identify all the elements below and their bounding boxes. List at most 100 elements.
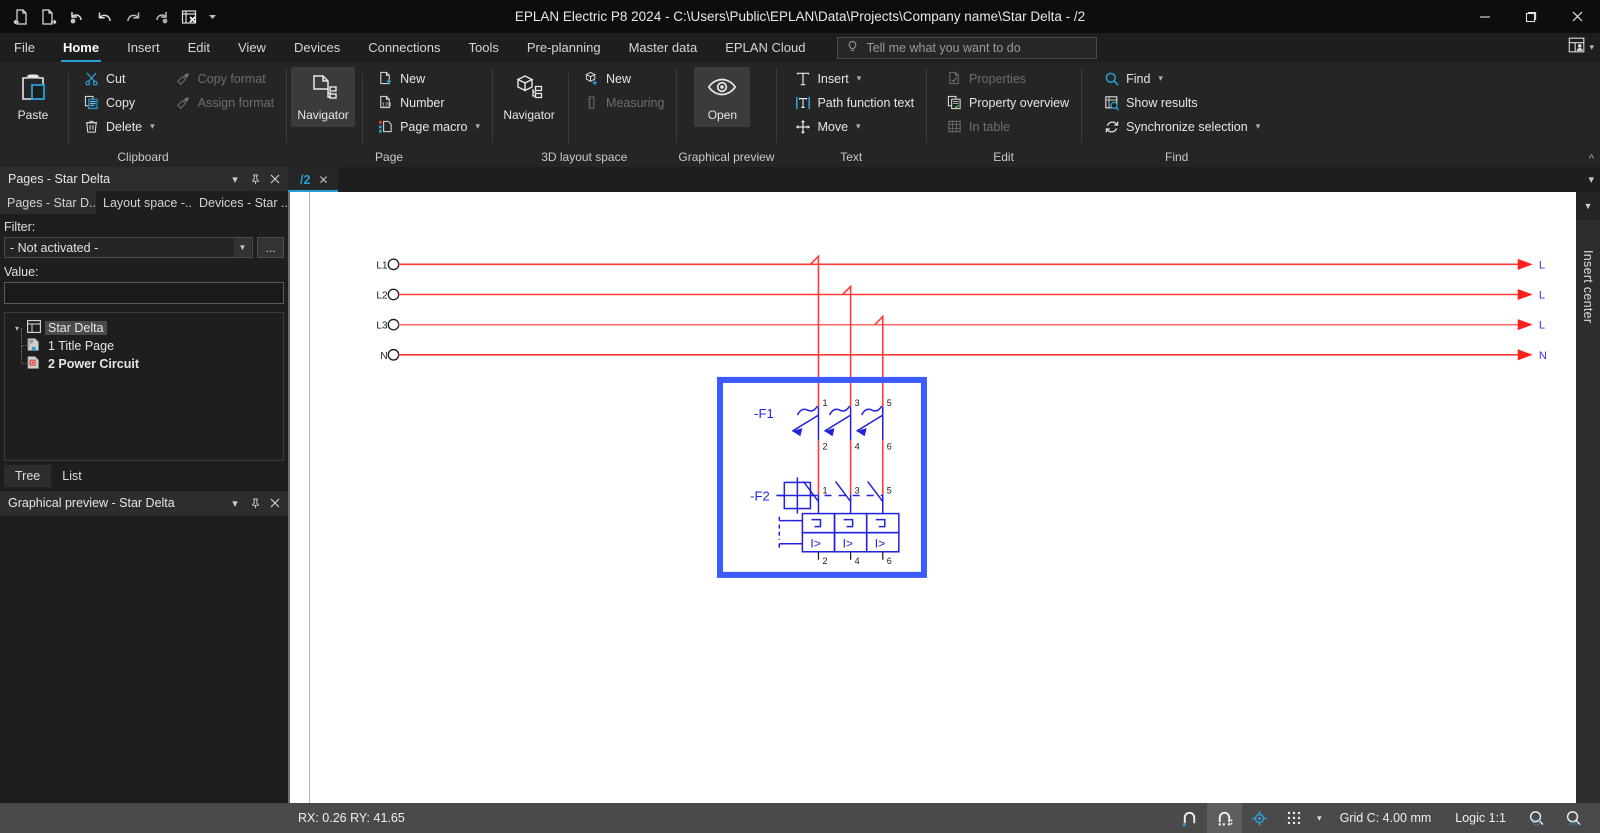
page-number-button[interactable]: 123 Number: [371, 91, 486, 114]
chevron-down-icon[interactable]: ▼: [234, 238, 251, 257]
schematic-canvas[interactable]: L1 L2 L3 N L L L N -F1 1 3 5 2 4 6 -F2 I…: [288, 192, 1576, 803]
collapse-ribbon-icon[interactable]: ^: [1589, 153, 1594, 165]
pin-icon[interactable]: [246, 170, 264, 188]
text-move-button[interactable]: Move ▾: [788, 115, 920, 138]
device-f1-tag: -F1: [754, 406, 774, 421]
page-new-button[interactable]: New: [371, 67, 486, 90]
tree-node-power-circuit[interactable]: 2 Power Circuit: [5, 346, 283, 373]
property-overview-button[interactable]: Property overview: [940, 91, 1075, 114]
filter-settings-button[interactable]: ...: [257, 237, 284, 258]
measuring-button: Measuring: [577, 91, 670, 114]
page-macro-button[interactable]: Page macro ▾: [371, 115, 486, 138]
bus-line-l1: [387, 258, 1533, 271]
panel-tab-pages[interactable]: Pages - Star D...: [0, 191, 96, 214]
close-panel-icon[interactable]: [266, 170, 284, 188]
delete-button[interactable]: Delete ▾: [77, 115, 161, 138]
panel-menu-icon[interactable]: ▾: [226, 170, 244, 188]
show-results-button[interactable]: Show results: [1097, 91, 1266, 114]
snap-to-point-icon[interactable]: [1242, 803, 1277, 833]
ribbon-tab-home[interactable]: Home: [49, 33, 113, 62]
redo-icon[interactable]: [120, 4, 146, 30]
move-arrows-icon: [794, 118, 811, 135]
redo-dot-icon[interactable]: [148, 4, 174, 30]
layout-new-button[interactable]: New: [577, 67, 670, 90]
ribbon-tab-eplan-cloud[interactable]: EPLAN Cloud: [711, 33, 819, 62]
grid-dropdown-icon[interactable]: ▾: [1311, 803, 1328, 833]
copy-button[interactable]: Copy: [77, 91, 161, 114]
chevron-down-icon[interactable]: ▼: [1584, 201, 1593, 211]
cut-button[interactable]: Cut: [77, 67, 161, 90]
chevron-down-icon[interactable]: ▾: [857, 73, 862, 84]
close-icon[interactable]: ✕: [318, 173, 328, 187]
chevron-down-icon[interactable]: ▾: [150, 121, 155, 132]
zoom-window-icon[interactable]: [1518, 803, 1555, 833]
paste-button[interactable]: Paste: [5, 67, 61, 127]
pages-panel-title: Pages - Star Delta: [8, 172, 111, 186]
ribbon-tab-master-data[interactable]: Master data: [615, 33, 712, 62]
chevron-down-icon[interactable]: ▾: [1158, 73, 1163, 84]
undo-dot-icon[interactable]: [64, 4, 90, 30]
new-page-icon[interactable]: [36, 4, 62, 30]
tree-node-title-page[interactable]: 1 Title Page: [5, 328, 283, 355]
document-tab-page-2[interactable]: /2 ✕: [288, 167, 338, 192]
tell-me-search[interactable]: Tell me what you want to do: [837, 36, 1098, 59]
tree-node-project-label: Star Delta: [45, 321, 107, 335]
insert-center-dropdown[interactable]: ▼: [1576, 192, 1600, 220]
bus-label-n: N: [380, 351, 387, 362]
page-navigator-button[interactable]: Navigator: [291, 67, 356, 127]
close-panel-icon[interactable]: [266, 494, 284, 512]
view-tab-tree[interactable]: Tree: [4, 465, 52, 487]
droppers: [809, 254, 884, 408]
find-button[interactable]: Find ▾: [1097, 67, 1266, 90]
panel-tab-layout-space[interactable]: Layout space -...: [96, 191, 192, 214]
graphical-preview-panel-title: Graphical preview - Star Delta: [8, 496, 175, 510]
open-page-icon[interactable]: [8, 4, 34, 30]
chevron-down-icon[interactable]: ▾: [1256, 121, 1261, 132]
chevron-down-icon[interactable]: ▾: [476, 121, 481, 132]
status-logic: Logic 1:1: [1455, 811, 1506, 825]
insert-center-tab[interactable]: Insert center: [1576, 220, 1600, 803]
pin-icon[interactable]: [246, 494, 264, 512]
in-table-label: In table: [969, 119, 1011, 134]
layout-navigator-button[interactable]: Navigator: [497, 67, 561, 127]
synchronize-selection-button[interactable]: Synchronize selection ▾: [1097, 115, 1266, 138]
close-button[interactable]: [1554, 0, 1600, 33]
undo-icon[interactable]: [92, 4, 118, 30]
zoom-100-icon[interactable]: 100: [1555, 803, 1592, 833]
ribbon-tab-insert[interactable]: Insert: [113, 33, 174, 62]
ribbon-tab-pre-planning[interactable]: Pre-planning: [513, 33, 615, 62]
cancel-action-icon[interactable]: [176, 4, 202, 30]
property-overview-icon: [946, 94, 963, 111]
ribbon-tab-edit[interactable]: Edit: [174, 33, 224, 62]
account-icon[interactable]: [1567, 35, 1587, 60]
graphical-preview-open-button[interactable]: Open: [694, 67, 751, 127]
filter-combo[interactable]: - Not activated - ▼: [4, 237, 253, 258]
panel-tab-devices[interactable]: Devices - Star ...: [192, 191, 288, 214]
path-function-text-button[interactable]: Path function text: [788, 91, 920, 114]
pages-tree[interactable]: ▾ Star Delta 1 Title Page 2 Power Circui…: [4, 312, 284, 461]
filter-area: Filter: - Not activated - ▼ ... Value:: [0, 214, 288, 304]
text-insert-button[interactable]: Insert ▾: [788, 67, 920, 90]
snap-to-object-icon[interactable]: [1172, 803, 1207, 833]
qat-caret-icon[interactable]: [204, 4, 220, 30]
grid-display-icon[interactable]: [1277, 803, 1311, 833]
cube-navigator-icon: [514, 72, 544, 105]
new-cube-icon: [583, 70, 600, 87]
value-input[interactable]: [4, 282, 284, 304]
measuring-icon: [583, 94, 600, 111]
maximize-button[interactable]: [1508, 0, 1554, 33]
tree-node-project[interactable]: ▾ Star Delta: [5, 319, 283, 337]
f2-terminal-1: 1: [822, 485, 827, 495]
view-tab-list[interactable]: List: [51, 465, 92, 487]
ribbon-tab-connections[interactable]: Connections: [354, 33, 454, 62]
chevron-down-icon[interactable]: ▾: [1588, 173, 1594, 186]
snap-to-grid-icon[interactable]: [1207, 803, 1243, 833]
panel-menu-icon[interactable]: ▾: [226, 494, 244, 512]
chevron-down-icon[interactable]: ▾: [856, 121, 861, 132]
ribbon-tab-tools[interactable]: Tools: [454, 33, 512, 62]
ribbon-tab-view[interactable]: View: [224, 33, 280, 62]
ribbon-tab-file[interactable]: File: [0, 33, 49, 62]
ribbon-tab-devices[interactable]: Devices: [280, 33, 354, 62]
account-caret-icon[interactable]: ▾: [1589, 42, 1594, 53]
minimize-button[interactable]: [1462, 0, 1508, 33]
